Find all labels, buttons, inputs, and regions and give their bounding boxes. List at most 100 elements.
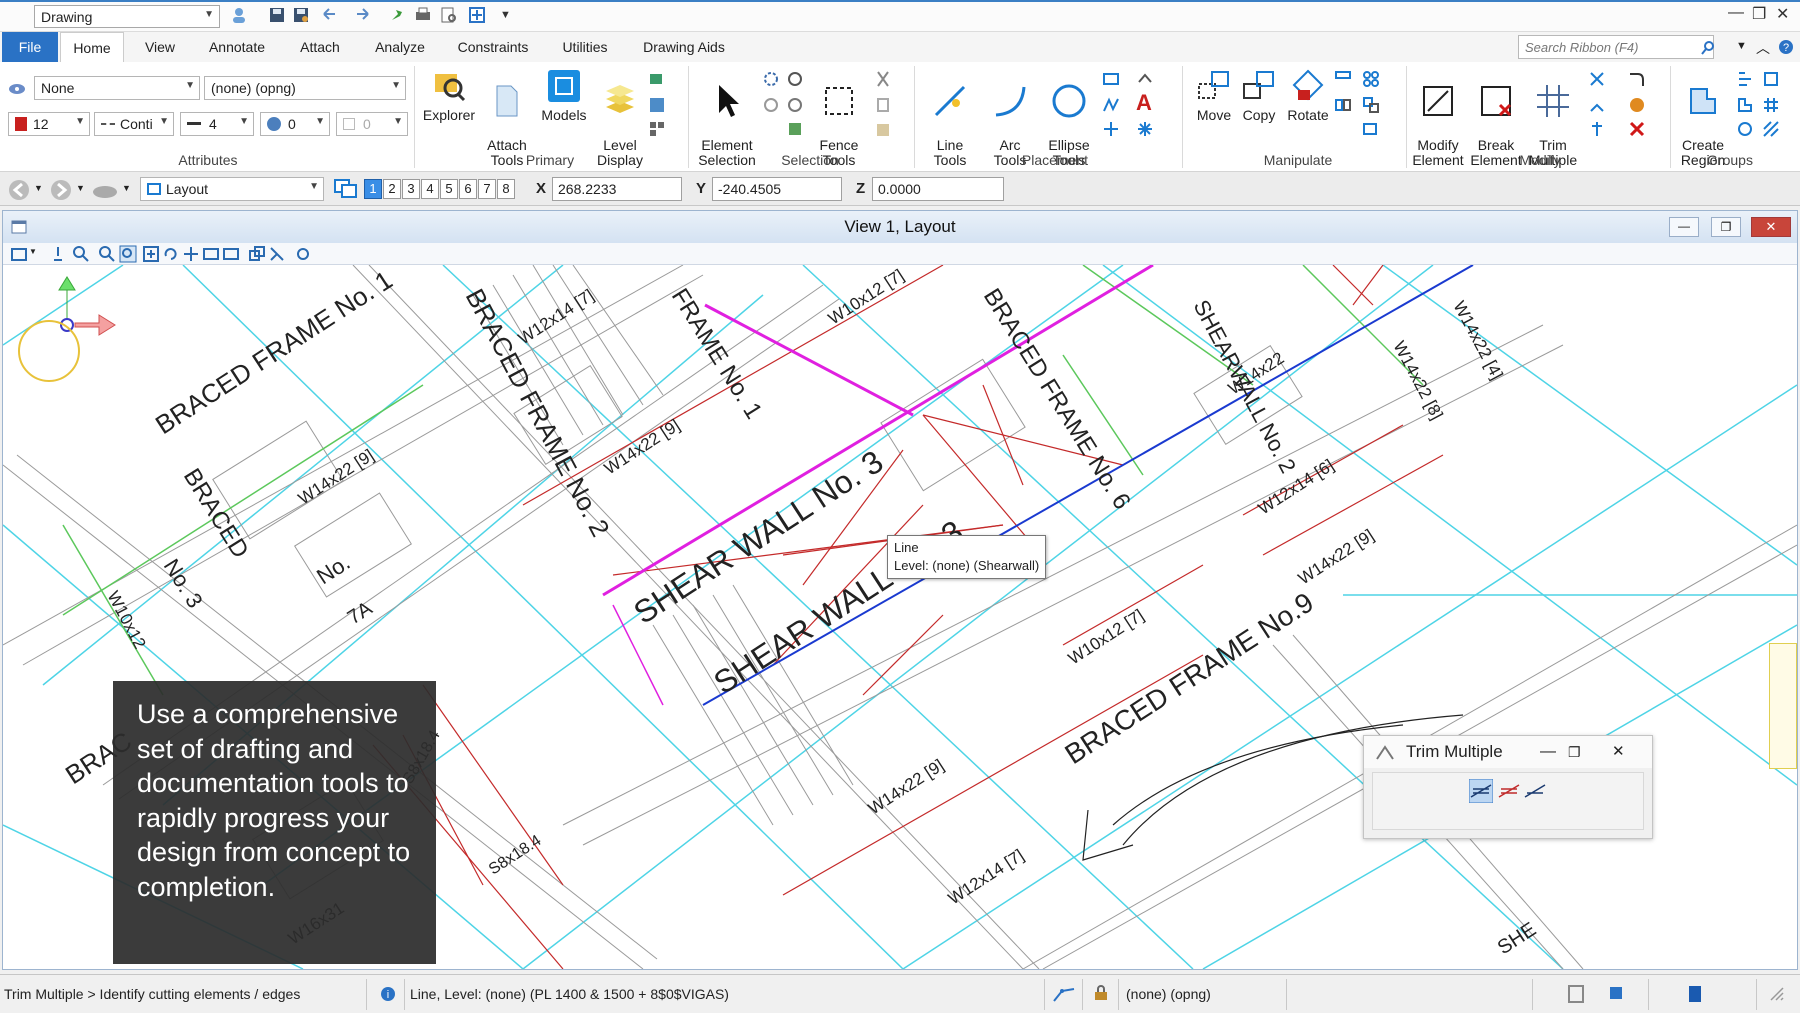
line-weight-select[interactable]: 4 ▼	[180, 112, 254, 136]
view-next-icon[interactable]	[223, 246, 239, 262]
file-icon[interactable]	[1688, 985, 1702, 1003]
copy-clipboard-icon[interactable]	[874, 96, 892, 114]
chevron-down-icon[interactable]: ▼	[76, 183, 85, 193]
view-6-button[interactable]: 6	[459, 179, 477, 199]
line-tools-button[interactable]: Line Tools	[920, 68, 980, 168]
clip-volume-icon[interactable]	[269, 246, 285, 262]
select-shape-icon[interactable]	[762, 96, 780, 114]
rotate-button[interactable]: Rotate	[1282, 68, 1334, 123]
tab-drawing-aids[interactable]: Drawing Aids	[634, 32, 734, 62]
spin-icon[interactable]	[1628, 96, 1646, 114]
view-settings-icon[interactable]	[295, 246, 311, 262]
restore-icon[interactable]: ❐	[1752, 4, 1766, 24]
drawing-canvas[interactable]: BRACED FRAME No. 1 BRACED FRAME No. 2 FRAM…	[3, 265, 1797, 969]
view-groups-icon[interactable]	[334, 179, 358, 199]
tab-view[interactable]: View	[136, 32, 184, 62]
view-close-button[interactable]: ✕	[1751, 217, 1791, 237]
customize-qat-icon[interactable]: ▼	[500, 9, 511, 21]
view-5-button[interactable]: 5	[440, 179, 458, 199]
zoom-in-icon[interactable]	[73, 246, 89, 262]
view-toggle-icon[interactable]	[468, 6, 486, 24]
smartline-icon[interactable]	[1102, 96, 1120, 114]
transparency-select[interactable]: 0 ▼	[260, 112, 330, 136]
chevron-down-icon[interactable]: ▼	[29, 247, 37, 256]
window-area-icon[interactable]	[119, 245, 137, 263]
select-block-icon[interactable]	[786, 70, 804, 88]
cell-icon[interactable]	[1136, 120, 1154, 138]
models-button[interactable]: Models	[536, 68, 592, 123]
cut-icon[interactable]	[874, 70, 892, 88]
tab-attach[interactable]: Attach	[290, 32, 350, 62]
rotate-view-icon[interactable]	[163, 246, 179, 262]
move-button[interactable]: Move	[1188, 68, 1240, 123]
line-style-select[interactable]: Conti ▼	[94, 112, 174, 136]
select-line-icon[interactable]	[786, 96, 804, 114]
back-icon[interactable]	[8, 179, 30, 201]
tab-analyze[interactable]: Analyze	[368, 32, 432, 62]
partial-delete-icon[interactable]	[1588, 120, 1606, 138]
view-attributes-icon[interactable]	[648, 120, 666, 138]
workflow-select[interactable]: Drawing ▼	[34, 5, 220, 28]
element-selection-button[interactable]: Element Selection	[694, 68, 760, 168]
x-coordinate-input[interactable]: 268.2233	[552, 177, 682, 201]
save-settings-icon[interactable]	[292, 6, 310, 24]
select-circle-icon[interactable]	[762, 70, 780, 88]
tab-home[interactable]: Home	[60, 32, 124, 62]
view-attributes-icon[interactable]	[11, 246, 27, 262]
rectangle-icon[interactable]	[1102, 70, 1120, 88]
level-display-button[interactable]: Level Display	[592, 68, 648, 168]
add-to-group-icon[interactable]	[1736, 96, 1754, 114]
view-4-button[interactable]: 4	[421, 179, 439, 199]
search-ribbon-input[interactable]: Search Ribbon (F4)	[1518, 35, 1714, 59]
print-icon[interactable]	[414, 6, 432, 24]
extend-icon[interactable]	[1588, 96, 1606, 114]
chevron-down-icon[interactable]: ▼	[122, 183, 131, 193]
tab-file[interactable]: File	[2, 32, 58, 62]
y-coordinate-input[interactable]: -240.4505	[712, 177, 842, 201]
minimize-icon[interactable]: —	[1540, 736, 1556, 768]
paste-icon[interactable]	[874, 120, 892, 138]
hatch-icon[interactable]	[1762, 96, 1780, 114]
view-previous-icon[interactable]	[203, 246, 219, 262]
explorer-button[interactable]: Explorer	[418, 68, 480, 123]
redo-icon[interactable]	[354, 6, 372, 24]
fit-view-icon[interactable]	[143, 246, 159, 262]
info-icon[interactable]: i	[380, 986, 396, 1002]
level-manager-icon[interactable]	[8, 80, 26, 98]
restore-icon[interactable]: ❐	[1568, 736, 1581, 768]
view-title-bar[interactable]: View 1, Layout — ❐ ✕	[3, 211, 1797, 243]
tab-constraints[interactable]: Constraints	[448, 32, 538, 62]
model-type-icon[interactable]	[92, 181, 118, 199]
lock-icon[interactable]	[1094, 985, 1108, 1001]
raster-icon[interactable]	[648, 96, 666, 114]
lock-icon[interactable]	[1736, 120, 1754, 138]
select-all-icon[interactable]	[786, 120, 804, 138]
pattern-icon[interactable]	[1762, 120, 1780, 138]
tab-annotate[interactable]: Annotate	[200, 32, 274, 62]
text-style-select[interactable]: (none) (opng) ▼	[204, 76, 406, 100]
close-icon[interactable]: ✕	[1776, 4, 1789, 24]
help-icon[interactable]: ?	[1778, 39, 1794, 55]
active-level-select[interactable]: None ▼	[34, 76, 200, 100]
view-minimize-button[interactable]: —	[1669, 217, 1699, 237]
snap-mode-icon[interactable]	[1052, 985, 1076, 1003]
group-icon[interactable]	[1736, 70, 1754, 88]
resize-grip-icon[interactable]	[1770, 987, 1784, 1001]
tab-utilities[interactable]: Utilities	[554, 32, 616, 62]
undo-icon[interactable]	[320, 6, 338, 24]
print-preview-icon[interactable]	[440, 6, 458, 24]
search-options-icon[interactable]: ▼	[1736, 40, 1747, 52]
display-style-icon[interactable]	[51, 246, 65, 262]
sync-icon[interactable]	[1608, 985, 1624, 1001]
stretch-icon[interactable]	[1362, 120, 1380, 138]
intersect-icon[interactable]	[1588, 70, 1606, 88]
chevron-down-icon[interactable]: ▼	[34, 183, 43, 193]
view-menu-icon[interactable]	[11, 220, 27, 234]
trim-mode-cut-icon[interactable]	[1523, 779, 1547, 803]
view-7-button[interactable]: 7	[478, 179, 496, 199]
zoom-out-icon[interactable]	[99, 246, 115, 262]
fillet-icon[interactable]	[1628, 70, 1646, 88]
copy-button[interactable]: Copy	[1234, 68, 1284, 123]
point-icon[interactable]	[1102, 120, 1120, 138]
references-icon[interactable]	[648, 70, 666, 88]
